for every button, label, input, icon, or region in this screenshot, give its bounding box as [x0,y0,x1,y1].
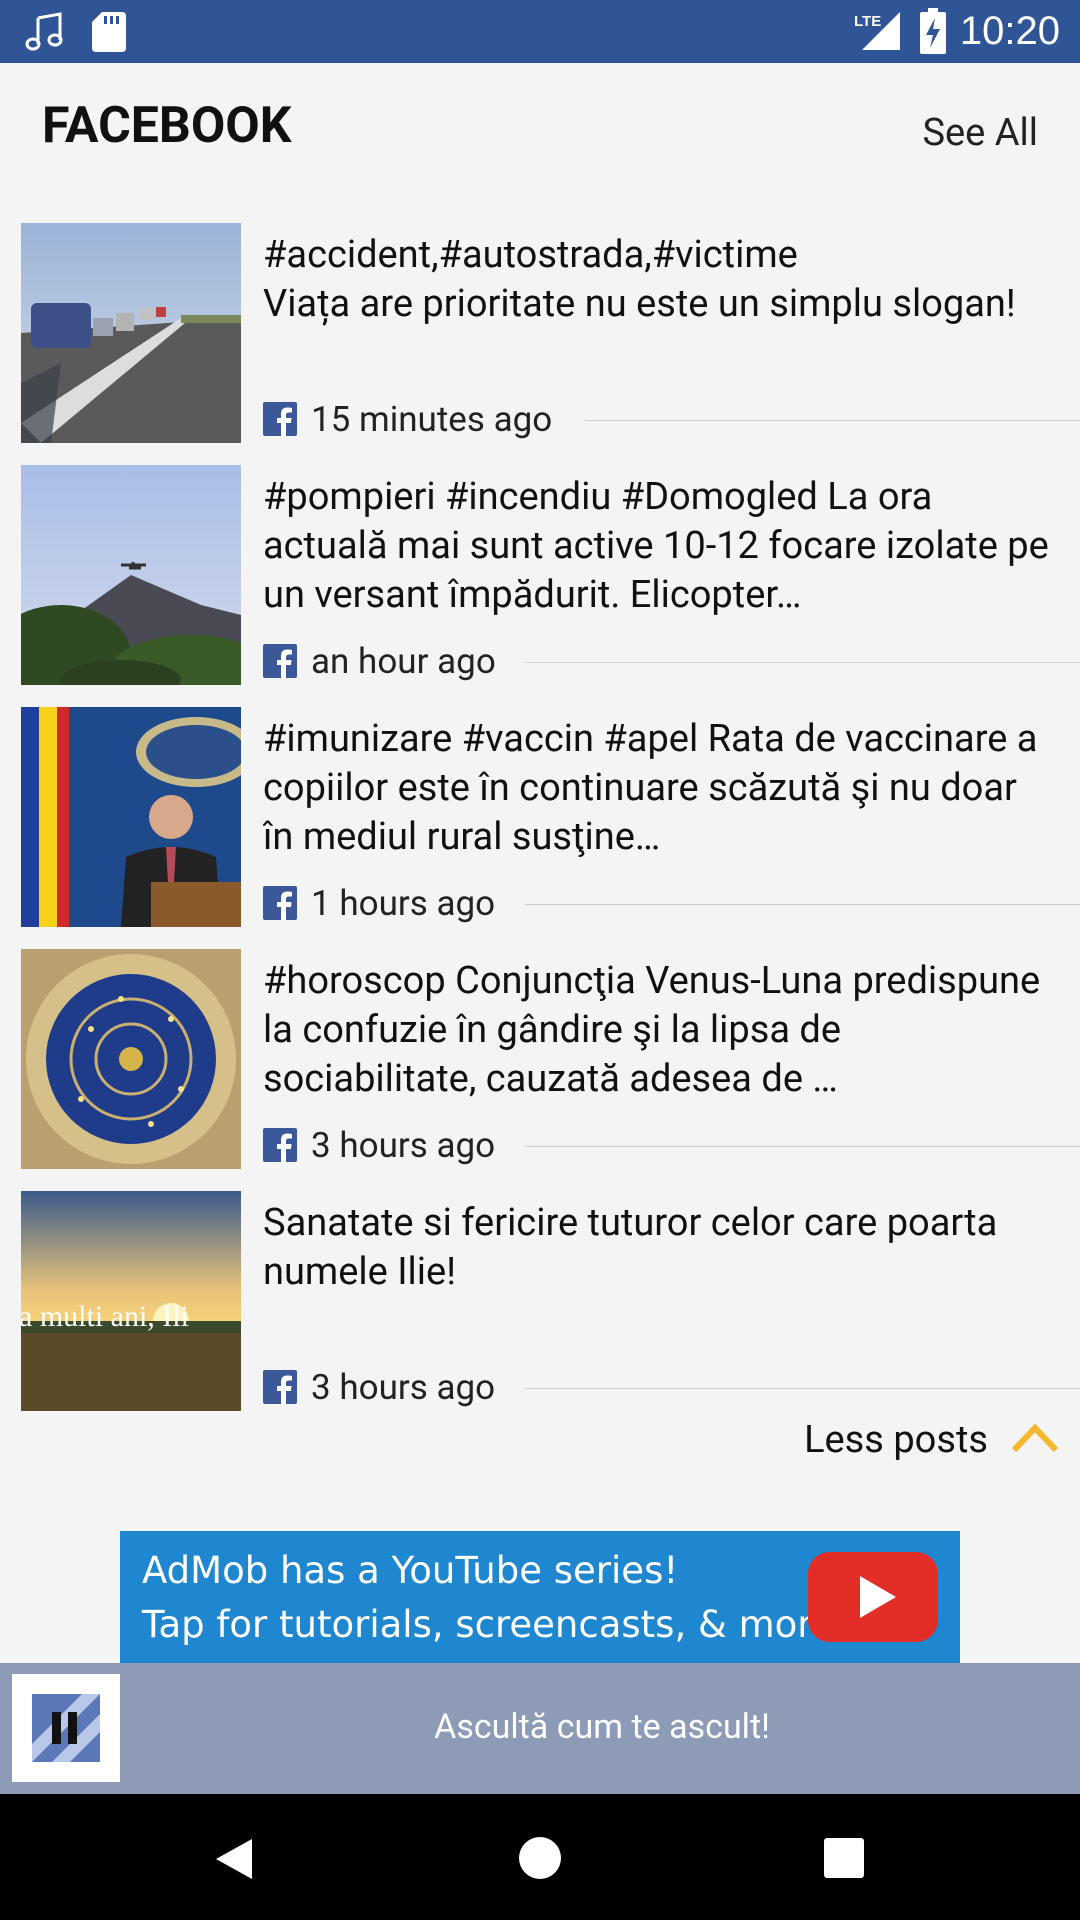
facebook-icon [263,886,297,920]
battery-charging-icon [920,8,946,54]
recents-icon[interactable] [824,1838,864,1878]
page-title: FACEBOOK [42,97,292,155]
post-time: 1 hours ago [311,883,496,924]
post-meta: 3 hours ago [263,1369,1080,1407]
list-item[interactable]: #accident,#autostrada,#victime Viața are… [0,223,1080,443]
post-time: 15 minutes ago [311,399,553,440]
post-meta: 15 minutes ago [263,401,1080,439]
post-thumbnail [21,707,241,927]
facebook-icon [263,402,297,436]
list-item[interactable]: #pompieri #incendiu #Domogled La ora act… [0,465,1080,685]
post-text: #imunizare #vaccin #apel Rata de vaccina… [263,717,1038,859]
divider [525,1146,1080,1147]
post-thumbnail [21,949,241,1169]
music-note-icon [25,12,63,51]
post-thumbnail [21,465,241,685]
post-text: Sanatate si fericire tuturor celor care … [263,1201,998,1294]
player-station-label: Ascultă cum te ascult! [434,1707,770,1747]
post-text: #accident,#autostrada,#victime Viața are… [263,233,1016,326]
post-meta: 1 hours ago [263,885,1080,923]
ad-banner[interactable]: AdMob has a YouTube series! Tap for tuto… [120,1531,960,1666]
post-meta: an hour ago [263,643,1080,681]
status-bar: LTE 10:20 [0,0,1080,63]
post-time: an hour ago [311,641,496,682]
svg-text:a multi ani, Ili: a multi ani, Ili [21,1300,189,1333]
list-item[interactable]: #horoscop Conjuncţia Venus-Luna predispu… [0,949,1080,1169]
facebook-icon [263,1128,297,1162]
clock: 10:20 [959,9,1060,53]
divider [585,420,1080,421]
home-icon[interactable] [518,1836,562,1880]
post-thumbnail [21,223,241,443]
list-item[interactable]: a multi ani, Ili Sanatate si fericire tu… [0,1191,1080,1411]
divider [525,904,1080,905]
facebook-icon [263,644,297,678]
youtube-play-icon [808,1552,938,1642]
section-header: FACEBOOK See All [0,63,1080,203]
chevron-up-icon[interactable] [1010,1420,1060,1456]
less-posts-button[interactable]: Less posts [804,1418,988,1462]
lte-signal-icon: LTE [854,12,900,50]
ad-line-1: AdMob has a YouTube series! [142,1549,679,1592]
player-bar[interactable]: Ascultă cum te ascult! [0,1663,1080,1794]
divider [525,662,1080,663]
post-text: #horoscop Conjuncţia Venus-Luna predispu… [263,959,1041,1101]
divider [525,1388,1080,1389]
see-all-link[interactable]: See All [922,111,1038,155]
sd-card-icon [92,12,126,52]
post-time: 3 hours ago [311,1367,496,1408]
svg-text:LTE: LTE [854,13,881,30]
facebook-icon [263,1370,297,1404]
list-item[interactable]: #imunizare #vaccin #apel Rata de vaccina… [0,707,1080,927]
system-nav-bar [0,1794,1080,1920]
post-thumbnail: a multi ani, Ili [21,1191,241,1411]
pause-button[interactable] [12,1674,120,1782]
ad-line-2: Tap for tutorials, screencasts, & more. [142,1603,847,1646]
pause-icon [52,1712,61,1744]
back-icon[interactable] [212,1837,256,1881]
post-text: #pompieri #incendiu #Domogled La ora act… [263,475,1049,617]
post-meta: 3 hours ago [263,1127,1080,1165]
post-time: 3 hours ago [311,1125,496,1166]
